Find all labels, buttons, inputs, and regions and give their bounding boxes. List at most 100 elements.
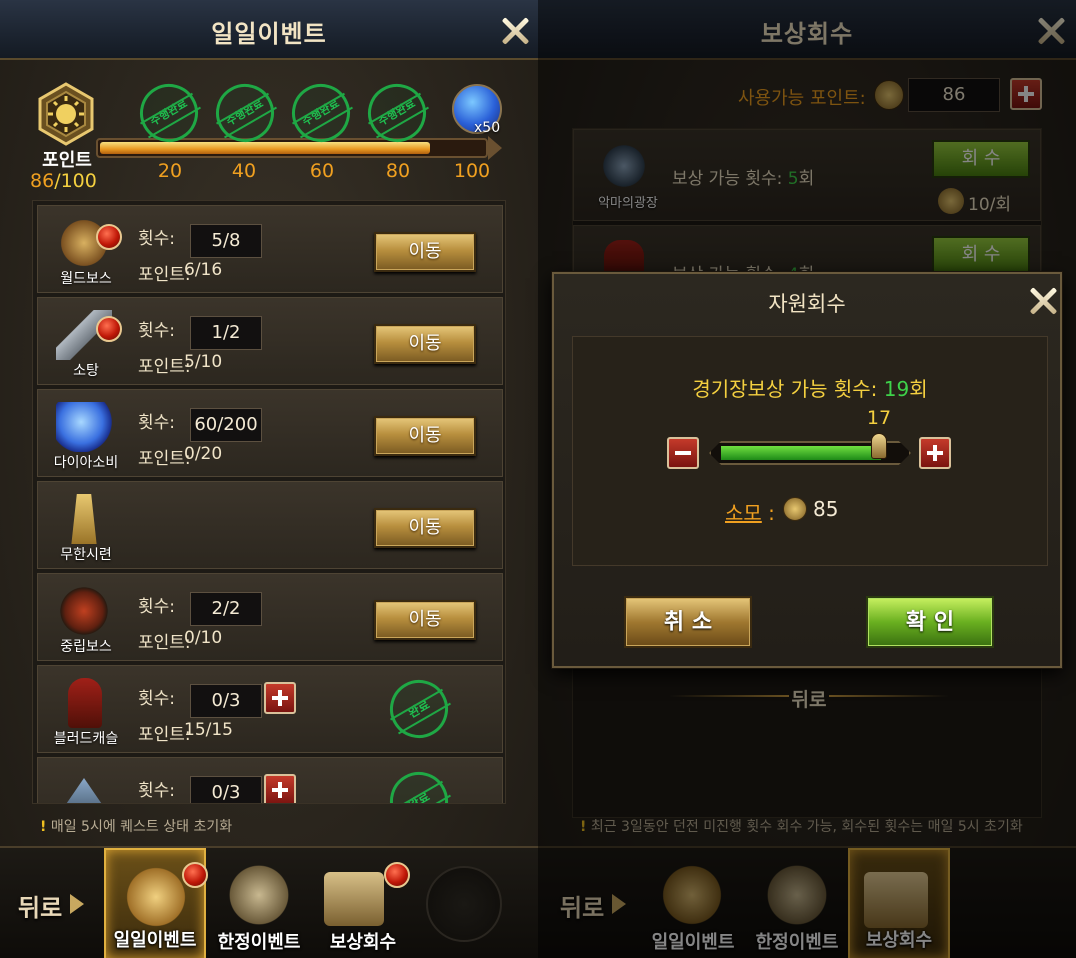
tab-limited-event[interactable]: 한정이벤트 <box>208 848 310 958</box>
go-button[interactable]: 이동 <box>374 508 476 548</box>
point-label: 포인트: <box>138 449 191 469</box>
red-orb-icon <box>96 224 122 250</box>
tab-daily-label: 일일이벤트 <box>113 930 197 951</box>
reward-count-label: 보상 가능 횟수: <box>672 169 788 189</box>
point-value: 6/16 <box>184 260 223 280</box>
blood-castle-icon <box>68 678 102 728</box>
tab-reward-label: 보상회수 <box>329 932 397 953</box>
available-count-text: 경기장보상 가능 횟수: 19회 <box>573 373 1047 402</box>
task-row: 블러드캐슬 횟수: 0/3 포인트: 15/15 완료 <box>37 665 503 753</box>
available-points-value: 86 <box>908 78 1000 112</box>
done-stamp: 완료 <box>379 761 459 803</box>
back-tab[interactable]: 뒤로 <box>0 848 102 958</box>
point-label: 포인트: <box>138 633 191 653</box>
close-icon[interactable] <box>498 14 532 48</box>
cancel-button[interactable]: 취 소 <box>624 596 752 648</box>
milestone-value-4: 80 <box>385 160 411 182</box>
red-orb-icon <box>182 862 208 888</box>
confirm-button[interactable]: 확 인 <box>866 596 994 648</box>
points-coin-icon <box>783 497 807 521</box>
points-progress-fill <box>100 142 430 154</box>
left-notice-text: 매일 5시에 퀘스트 상태 초기화 <box>50 819 233 835</box>
warning-icon: ! <box>580 819 587 835</box>
points-coin-icon <box>938 188 964 214</box>
points-label: 포인트 <box>42 150 92 171</box>
tab-limited-event[interactable]: 한정이벤트 <box>746 848 848 958</box>
count-label: 횟수: <box>138 413 176 433</box>
points-progress-bar <box>96 138 488 158</box>
tab-reward-recovery[interactable]: 보상회수 <box>312 848 414 958</box>
milestone-value-3: 60 <box>309 160 335 182</box>
points-sun-icon <box>34 82 98 146</box>
task-name: 블러드캐슬 <box>53 731 119 747</box>
tab-reward-label: 보상회수 <box>865 930 933 951</box>
armor-icon <box>762 862 832 928</box>
horn-icon <box>122 864 190 930</box>
task-row: 소탕 횟수: 1/2 포인트: 5/10 이동 <box>37 297 503 385</box>
slider-handle[interactable] <box>871 433 887 459</box>
task-name: 중립보스 <box>60 639 112 655</box>
back-arrow-icon <box>612 894 626 914</box>
count-label: 횟수: <box>138 321 176 341</box>
amount-slider-fill <box>721 446 881 460</box>
bottom-tabbar: 뒤로 일일이벤트 한정이벤트 보상회수 <box>0 846 538 958</box>
back-label: 뒤로 <box>560 894 605 922</box>
progress-arrow-icon <box>488 136 502 160</box>
close-icon[interactable] <box>1034 14 1068 48</box>
task-row: 횟수: 0/3 완료 <box>37 757 503 803</box>
add-count-button[interactable] <box>264 774 296 803</box>
done-stamp: 완료 <box>379 669 459 749</box>
tab-reward-recovery[interactable]: 보상회수 <box>848 848 950 958</box>
back-tab[interactable]: 뒤로 <box>538 848 640 958</box>
tab-daily-event[interactable]: 일일이벤트 <box>104 848 208 958</box>
neutral-boss-icon <box>56 586 112 636</box>
horn-icon <box>658 862 726 928</box>
right-notice-text: 최근 3일동안 던전 미진행 횟수 회수 가능, 회수된 횟수는 매일 5시 초… <box>590 819 1023 835</box>
point-value: 0/10 <box>184 628 223 648</box>
count-value: 0/3 <box>190 776 262 803</box>
go-button[interactable]: 이동 <box>374 600 476 640</box>
available-count-value: 19 <box>883 377 910 401</box>
task-list[interactable]: 월드보스 횟수: 5/8 포인트: 6/16 이동 소탕 횟수: 1/2 포인트… <box>32 200 506 804</box>
demon-square-icon <box>600 142 648 190</box>
recover-button[interactable]: 회 수 <box>932 140 1030 178</box>
points-coin-icon <box>874 80 904 110</box>
cost-separator: : <box>768 501 775 525</box>
count-label: 횟수: <box>138 229 176 249</box>
chest-icon <box>324 872 384 926</box>
red-orb-icon <box>96 316 122 342</box>
task-row: 중립보스 횟수: 2/2 포인트: 0/10 이동 <box>37 573 503 661</box>
dialog-title: 자원회수 <box>768 292 846 316</box>
reward-count-value: 5 <box>787 169 799 189</box>
reward-recovery-title: 보상회수 <box>760 20 854 48</box>
daily-event-panel: 일일이벤트 포인트 86/100 수행완료 수행완료 수행완료 수행완료 x50… <box>0 0 538 958</box>
reward-count-unit: 회 <box>798 169 815 189</box>
back-label: 뒤로 <box>18 894 63 922</box>
go-button[interactable]: 이동 <box>374 232 476 272</box>
recover-button[interactable]: 회 수 <box>932 236 1030 274</box>
resource-recovery-dialog: 자원회수 경기장보상 가능 횟수: 19회 17 소모 : 85 취 소 확 인 <box>552 272 1062 668</box>
task-name: 월드보스 <box>60 271 112 287</box>
count-label: 횟수: <box>138 597 176 617</box>
tab-daily-event[interactable]: 일일이벤트 <box>642 848 744 958</box>
task-name: 소탕 <box>73 363 99 379</box>
decrease-button[interactable] <box>667 437 699 469</box>
close-icon[interactable] <box>1026 284 1056 314</box>
count-label: 횟수: <box>138 781 176 801</box>
divider <box>829 695 949 697</box>
add-count-button[interactable] <box>264 682 296 714</box>
go-button[interactable]: 이동 <box>374 416 476 456</box>
task-name: 다이아소비 <box>53 455 119 471</box>
back-link[interactable]: 뒤로 <box>789 685 829 712</box>
go-button[interactable]: 이동 <box>374 324 476 364</box>
task-row: 다이아소비 횟수: 60/200 포인트: 0/20 이동 <box>37 389 503 477</box>
point-value: 5/10 <box>184 352 223 372</box>
locked-slot-icon <box>426 866 502 942</box>
dialog-body: 경기장보상 가능 횟수: 19회 17 소모 : 85 <box>572 336 1048 566</box>
reward-row: 악마의광장 보상 가능 횟수: 5회 회 수 10/회 <box>573 129 1041 221</box>
tab-limited-label: 한정이벤트 <box>755 932 839 953</box>
increase-button[interactable] <box>919 437 951 469</box>
count-value: 60/200 <box>190 408 262 442</box>
chest-icon <box>864 872 928 928</box>
add-points-button[interactable] <box>1010 78 1042 110</box>
